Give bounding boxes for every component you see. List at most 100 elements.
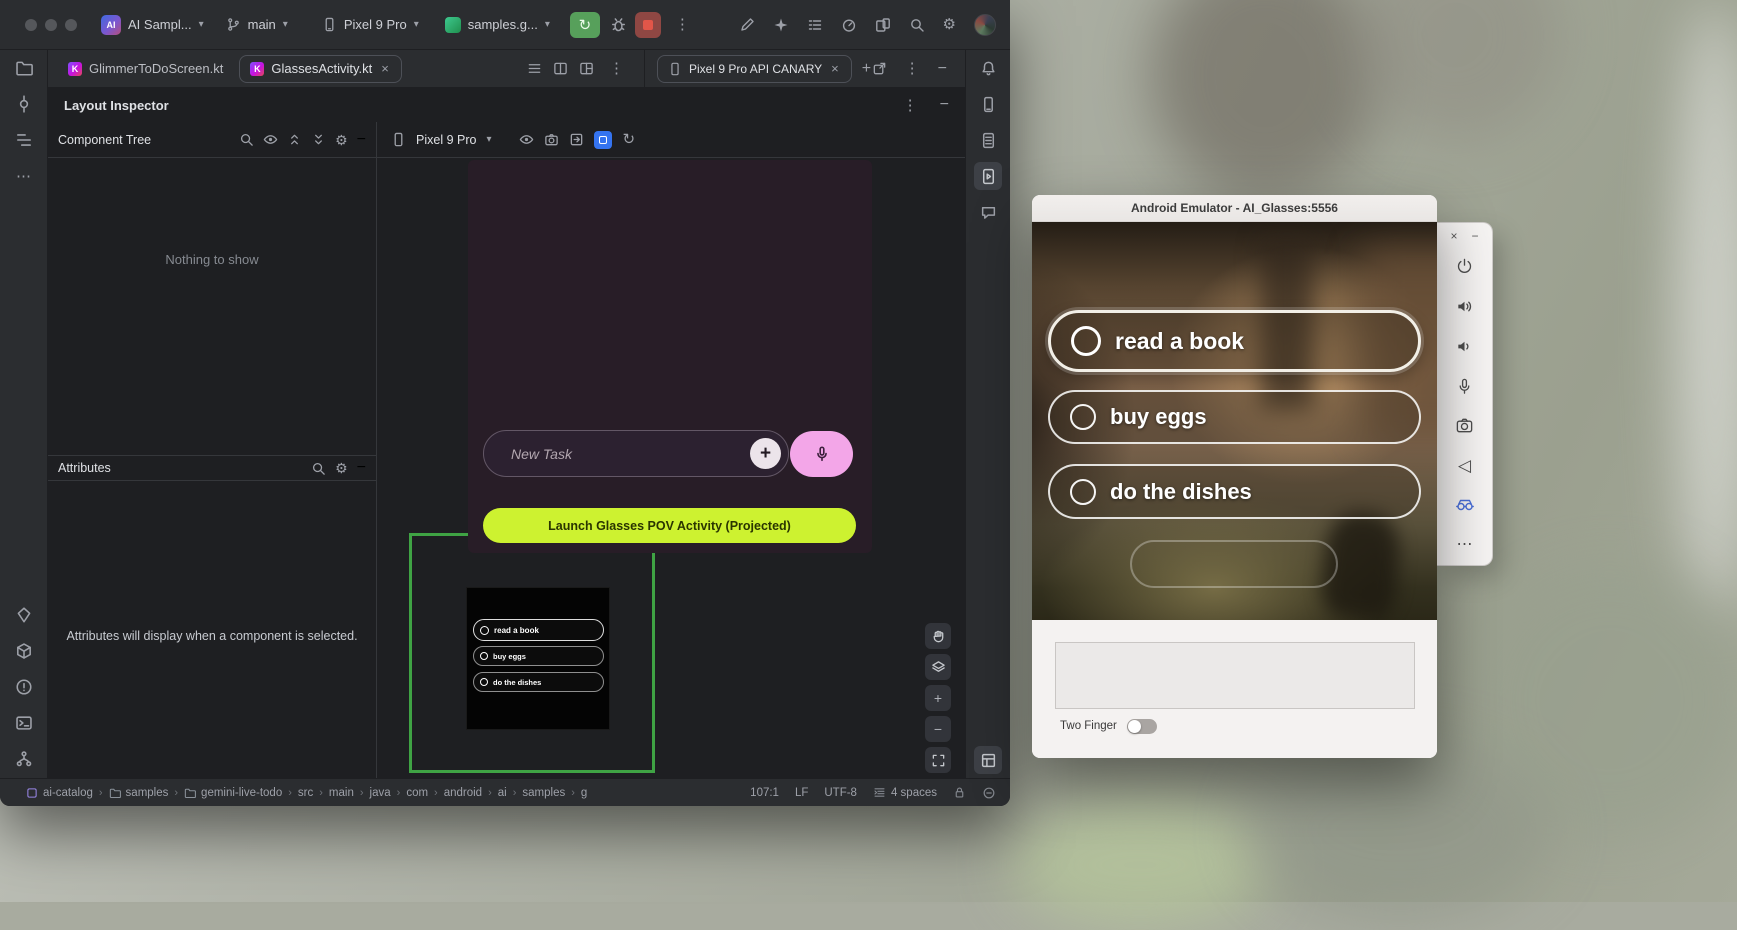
breadcrumb-item[interactable]: src xyxy=(298,787,313,799)
lock-widget[interactable] xyxy=(953,786,966,799)
version-control-icon[interactable] xyxy=(10,745,38,773)
editor-tab-options[interactable]: ⋮ xyxy=(605,59,628,78)
structure-icon[interactable] xyxy=(10,126,38,154)
layout-inspector-icon[interactable] xyxy=(974,746,1002,774)
add-task-button[interactable]: + xyxy=(750,438,781,469)
breadcrumb-item[interactable]: g xyxy=(581,787,587,799)
rerun-button[interactable]: ↻ xyxy=(570,12,600,38)
breadcrumb-item[interactable]: com xyxy=(406,787,428,799)
attributes-pane[interactable]: Attributes will display when a component… xyxy=(48,481,376,778)
todo-item[interactable]: buy eggs xyxy=(1048,390,1421,444)
design-view-icon[interactable] xyxy=(579,61,594,76)
panel-minimize-icon[interactable]: − xyxy=(940,96,949,114)
problems-icon[interactable] xyxy=(10,673,38,701)
line-separator-widget[interactable]: LF xyxy=(795,787,808,799)
panel-options-icon[interactable]: ⋮ xyxy=(899,96,922,115)
inspections-widget[interactable] xyxy=(982,786,996,800)
radio-icon[interactable] xyxy=(1070,479,1096,505)
split-view-icon[interactable] xyxy=(553,61,568,76)
power-button[interactable] xyxy=(1437,247,1492,287)
macos-minimize-button[interactable] xyxy=(45,19,57,31)
gemini-pen-icon[interactable] xyxy=(739,17,755,33)
rendered-phone-screen[interactable]: New Task + Launch Glasses POV Activity (… xyxy=(468,160,872,553)
project-folder-icon[interactable] xyxy=(10,54,38,82)
macos-close-button[interactable] xyxy=(25,19,37,31)
breadcrumb-item[interactable]: samples xyxy=(109,787,169,799)
expand-all-icon[interactable] xyxy=(287,132,302,147)
snapshot-icon[interactable] xyxy=(544,132,559,147)
xr-glasses-button[interactable] xyxy=(1437,486,1492,526)
gemini-sparkle-icon[interactable] xyxy=(773,17,789,33)
stop-button[interactable] xyxy=(635,12,661,38)
launch-glasses-pov-button[interactable]: Launch Glasses POV Activity (Projected) xyxy=(483,508,856,543)
two-finger-toggle[interactable] xyxy=(1127,719,1157,734)
profiler-icon[interactable] xyxy=(841,17,857,33)
back-button[interactable]: ◁ xyxy=(1437,446,1492,486)
zoom-in-button[interactable]: + xyxy=(925,685,951,711)
live-updates-toggle[interactable] xyxy=(594,131,612,149)
editor-tab-glasses[interactable]: K GlassesActivity.kt × xyxy=(239,55,401,83)
zoom-out-button[interactable]: − xyxy=(925,716,951,742)
breadcrumb-item[interactable]: samples xyxy=(522,787,565,799)
attributes-settings-icon[interactable]: ⚙ xyxy=(335,461,348,475)
pan-hand-button[interactable] xyxy=(925,623,951,649)
glasses-pov-view[interactable]: read a book buy eggs do the dishes xyxy=(1032,222,1437,620)
tree-minimize-icon[interactable]: − xyxy=(357,131,366,149)
view-mode-button[interactable] xyxy=(925,654,951,680)
emulator-titlebar[interactable]: Android Emulator - AI_Glasses:5556 xyxy=(1032,195,1437,222)
more-controls-button[interactable]: ⋯ xyxy=(1437,525,1492,565)
emulator-close-icon[interactable]: × xyxy=(1450,229,1457,243)
terminal-icon[interactable] xyxy=(10,709,38,737)
indent-widget[interactable]: 4 spaces xyxy=(873,786,937,799)
touchpad-area[interactable] xyxy=(1055,642,1415,709)
editor-tab-glimmer[interactable]: K GlimmerToDoScreen.kt xyxy=(58,61,233,76)
attributes-search-icon[interactable] xyxy=(311,461,326,476)
breadcrumb-item[interactable]: main xyxy=(329,787,354,799)
add-device-tab-icon[interactable]: + xyxy=(862,60,871,78)
cursor-position-widget[interactable]: 107:1 xyxy=(750,787,779,799)
radio-icon[interactable] xyxy=(1071,326,1101,356)
device-explorer-icon[interactable] xyxy=(974,126,1002,154)
mic-button[interactable] xyxy=(1437,366,1492,406)
running-device-tab[interactable]: Pixel 9 Pro API CANARY × xyxy=(657,55,852,83)
breadcrumb-item[interactable]: ai xyxy=(498,787,507,799)
breadcrumb-item[interactable]: android xyxy=(444,787,482,799)
hide-panel-icon[interactable]: − xyxy=(938,60,947,78)
tree-search-icon[interactable] xyxy=(239,132,254,147)
new-task-input[interactable]: New Task + xyxy=(483,430,789,477)
todo-item-focused[interactable]: read a book xyxy=(1048,310,1421,372)
camera-button[interactable] xyxy=(1437,406,1492,446)
run-config-selector[interactable]: samples.g... ▾ xyxy=(439,13,556,37)
component-tree-pane[interactable]: Nothing to show xyxy=(48,158,376,455)
macos-zoom-button[interactable] xyxy=(65,19,77,31)
todo-item[interactable]: do the dishes xyxy=(1048,464,1421,519)
attributes-minimize-icon[interactable]: − xyxy=(357,459,366,477)
tree-visibility-icon[interactable] xyxy=(263,132,278,147)
device-render-pane[interactable]: New Task + Launch Glasses POV Activity (… xyxy=(377,158,965,778)
open-in-window-icon[interactable] xyxy=(872,61,887,76)
run-more-actions[interactable]: ⋮ xyxy=(671,15,694,34)
zoom-fit-button[interactable] xyxy=(925,747,951,773)
toggle-overlay-icon[interactable] xyxy=(519,132,534,147)
device-manager-icon[interactable] xyxy=(974,90,1002,118)
avatar[interactable] xyxy=(974,14,996,36)
target-device-selector[interactable]: Pixel 9 Pro ▾ xyxy=(316,13,425,36)
radio-icon[interactable] xyxy=(1070,404,1096,430)
running-devices-icon[interactable] xyxy=(974,162,1002,190)
volume-down-button[interactable] xyxy=(1437,327,1492,367)
inspector-device-selector[interactable]: Pixel 9 Pro xyxy=(416,133,476,147)
ide-titlebar[interactable]: AI AI Sampl... ▾ main ▾ Pixel 9 Pro ▾ sa… xyxy=(0,0,1010,50)
project-selector[interactable]: AI AI Sampl... ▾ xyxy=(95,11,210,39)
tree-settings-icon[interactable]: ⚙ xyxy=(335,133,348,147)
device-mirror-icon[interactable] xyxy=(875,17,891,33)
notifications-bell-icon[interactable] xyxy=(974,54,1002,82)
more-tool-windows-icon[interactable]: ⋯ xyxy=(10,162,38,190)
close-tab-icon[interactable]: × xyxy=(379,62,391,75)
device-strip-options[interactable]: ⋮ xyxy=(901,59,924,78)
app-quality-insights-icon[interactable] xyxy=(974,198,1002,226)
refresh-icon[interactable]: ↻ xyxy=(622,132,635,147)
breadcrumb-item[interactable]: java xyxy=(370,787,391,799)
task-list-icon[interactable] xyxy=(807,17,823,33)
voice-input-button[interactable] xyxy=(790,431,853,477)
collapse-all-icon[interactable] xyxy=(311,132,326,147)
